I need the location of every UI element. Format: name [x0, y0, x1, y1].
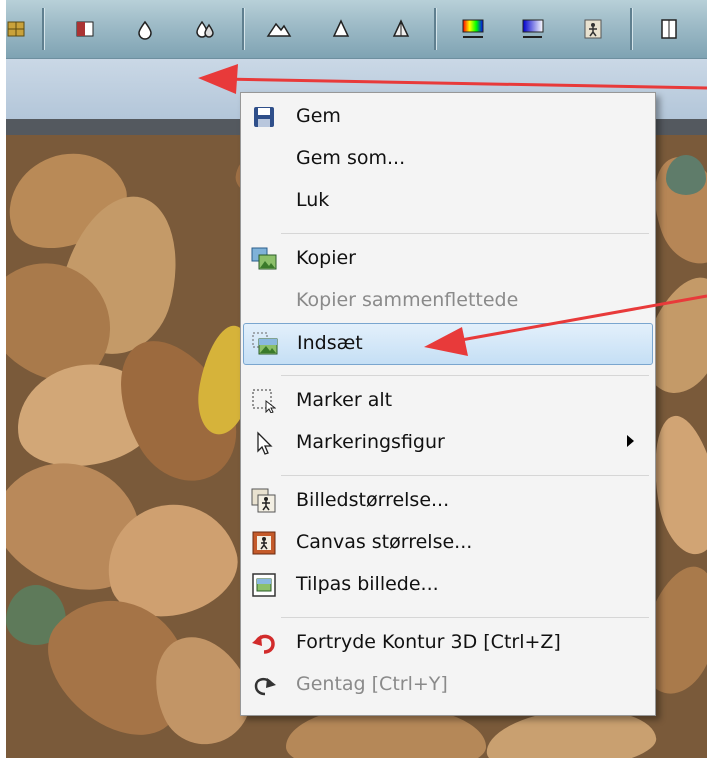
fit-image-icon	[251, 572, 277, 598]
menu-item-kopier-sammenflettede: Kopier sammenflettede	[243, 281, 651, 321]
menu-item-label: Luk	[296, 189, 330, 211]
menu-item-label: Billedstørrelse...	[296, 489, 450, 511]
menu-item-label: Tilpas billede...	[296, 573, 439, 595]
menu-item-label: Markeringsfigur	[296, 431, 445, 453]
toolbar-separator	[434, 8, 437, 50]
blue-gradient-icon[interactable]	[518, 14, 548, 44]
menu-item-label: Gentag [Ctrl+Y]	[296, 673, 448, 695]
toolbar-separator	[42, 8, 45, 50]
cone-outline-icon[interactable]	[386, 14, 416, 44]
floppy-disk-icon	[251, 104, 277, 130]
drops-icon[interactable]	[190, 14, 220, 44]
menu-item-gem-som[interactable]: Gem som...	[243, 139, 651, 179]
split-view-icon[interactable]	[70, 14, 100, 44]
toolbar-separator	[630, 8, 633, 50]
canvas-size-icon	[251, 530, 277, 556]
grid-icon[interactable]	[2, 14, 32, 44]
menu-item-canvas-storrelse[interactable]: Canvas størrelse...	[243, 523, 651, 563]
drop-small-icon[interactable]	[130, 14, 160, 44]
menu-item-label: Canvas størrelse...	[296, 531, 473, 553]
page-icon[interactable]	[654, 14, 684, 44]
menu-item-kopier[interactable]: Kopier	[243, 239, 651, 279]
menu-item-gem[interactable]: Gem	[243, 97, 651, 137]
menu-separator	[281, 233, 649, 234]
menu-item-label: Fortryde Kontur 3D [Ctrl+Z]	[296, 631, 561, 653]
submenu-arrow-icon	[627, 435, 634, 447]
pointer-icon	[251, 430, 277, 456]
figure-icon[interactable]	[578, 14, 608, 44]
menu-item-label: Kopier sammenflettede	[296, 289, 519, 311]
menu-separator	[281, 617, 649, 618]
menu-item-gentag: Gentag [Ctrl+Y]	[243, 665, 651, 705]
context-menu: Gem Gem som... Luk Kopier Kopier sammenf…	[240, 92, 656, 716]
menu-separator	[281, 375, 649, 376]
menu-item-marker-alt[interactable]: Marker alt	[243, 381, 651, 421]
mountain-icon[interactable]	[264, 14, 294, 44]
menu-item-label: Kopier	[296, 247, 356, 269]
undo-icon	[251, 630, 277, 656]
menu-item-tilpas-billede[interactable]: Tilpas billede...	[243, 565, 651, 605]
cone-icon[interactable]	[326, 14, 356, 44]
redo-icon	[251, 672, 277, 698]
menu-item-label: Marker alt	[296, 389, 393, 411]
menu-item-label: Indsæt	[297, 332, 363, 354]
toolbar	[6, 0, 707, 59]
leaf-shape	[666, 155, 706, 195]
color-gradient-icon[interactable]	[458, 14, 488, 44]
paste-image-icon	[252, 331, 278, 357]
menu-item-label: Gem som...	[296, 147, 406, 169]
app-window: Gem Gem som... Luk Kopier Kopier sammenf…	[0, 0, 707, 758]
menu-item-luk[interactable]: Luk	[243, 181, 651, 221]
toolbar-separator	[242, 8, 245, 50]
image-size-icon	[251, 488, 277, 514]
menu-item-label: Gem	[296, 105, 341, 127]
menu-item-indsaet[interactable]: Indsæt	[243, 323, 653, 365]
menu-item-billedstorrelse[interactable]: Billedstørrelse...	[243, 481, 651, 521]
menu-item-fortryde[interactable]: Fortryde Kontur 3D [Ctrl+Z]	[243, 623, 651, 663]
menu-separator	[281, 475, 649, 476]
menu-item-markeringsfigur[interactable]: Markeringsfigur	[243, 423, 651, 463]
select-all-icon	[251, 388, 277, 414]
copy-image-icon	[251, 246, 277, 272]
